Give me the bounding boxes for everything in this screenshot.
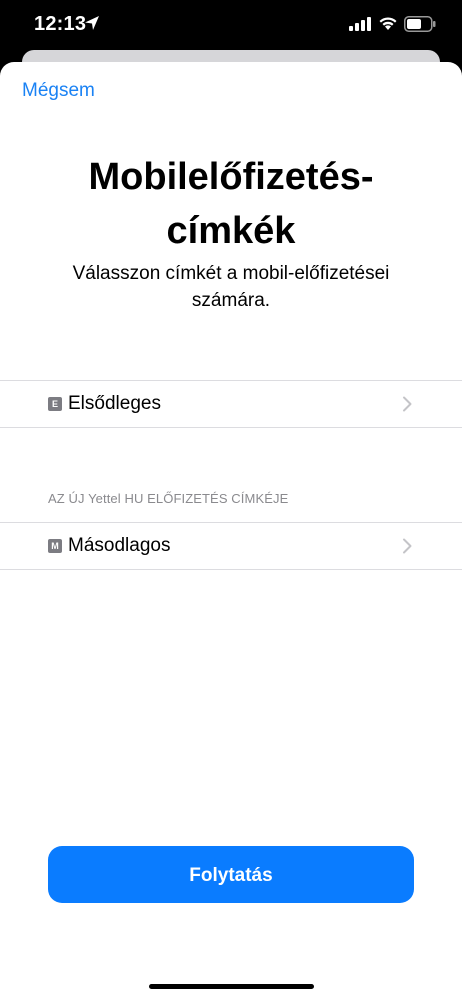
page-subtitle: Válasszon címkét a mobil-előfizetései sz… xyxy=(72,263,390,311)
status-time: 12:13 xyxy=(34,13,87,35)
continue-button[interactable]: Folytatás xyxy=(48,846,414,903)
battery-icon xyxy=(404,16,436,32)
subscription-labels-sheet: Mégsem Mobilelőfizetés- címkék Válasszon… xyxy=(0,62,462,1000)
cancel-button[interactable]: Mégsem xyxy=(22,80,95,102)
secondary-line-label: Másodlagos xyxy=(68,535,171,556)
secondary-badge-icon: M xyxy=(48,539,62,553)
status-bar: 12:13 xyxy=(0,0,462,50)
primary-line-row[interactable]: E Elsődleges xyxy=(0,380,462,428)
chevron-right-icon xyxy=(403,396,412,412)
primary-badge-icon: E xyxy=(48,397,62,411)
secondary-line-row[interactable]: M Másodlagos xyxy=(0,522,462,570)
location-arrow-icon xyxy=(85,16,99,30)
cellular-signal-icon xyxy=(349,17,371,31)
screen: 12:13 Mégsem Mobilelőfizetés- címkék Vál… xyxy=(0,0,462,1000)
wifi-icon xyxy=(379,17,397,30)
chevron-right-icon xyxy=(403,538,412,554)
page-title: Mobilelőfizetés- címkék xyxy=(88,156,374,252)
section-header: AZ ÚJ Yettel HU ELŐFIZETÉS CÍMKÉJE xyxy=(48,491,289,506)
primary-line-label: Elsődleges xyxy=(68,393,161,414)
home-indicator xyxy=(149,984,314,989)
